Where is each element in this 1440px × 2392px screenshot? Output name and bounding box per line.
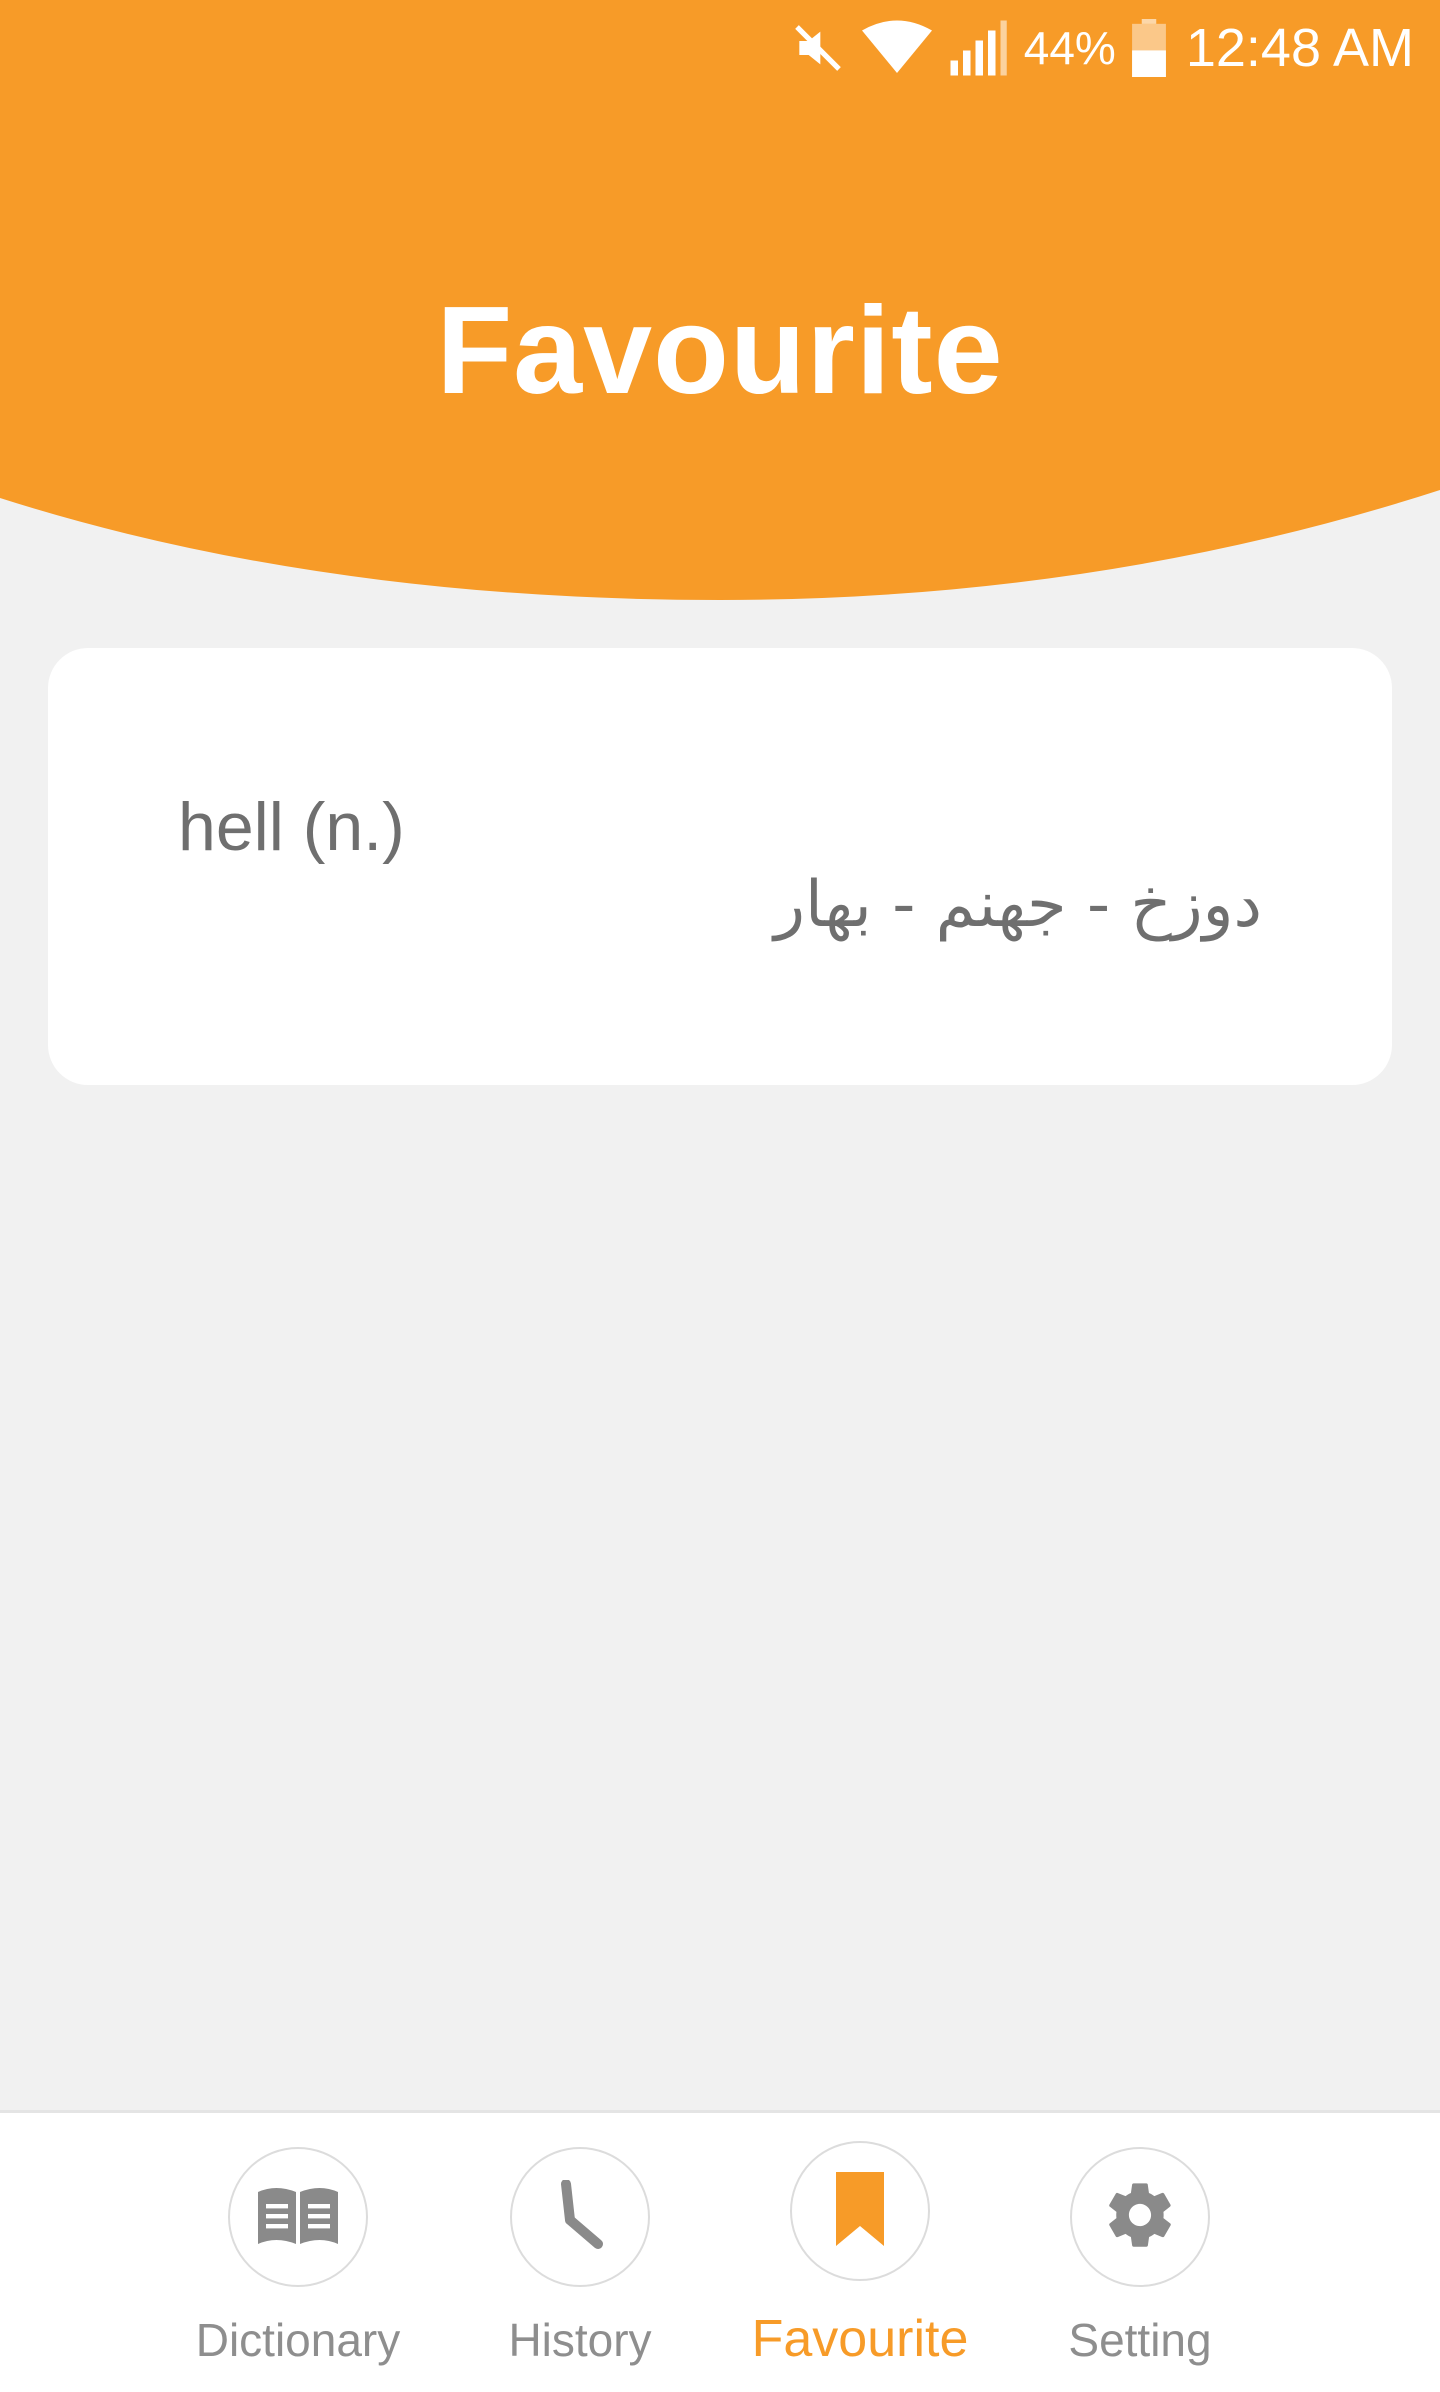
bottom-navigation: Dictionary History Favourite Setting bbox=[0, 2110, 1440, 2392]
favourite-screen: 44% 12:48 AM Favourite hell (n.) دوزخ - … bbox=[0, 0, 1440, 2392]
clock-icon bbox=[550, 2178, 610, 2255]
nav-label: History bbox=[508, 2314, 652, 2366]
favourite-meaning: دوزخ - جهنم - بهار bbox=[774, 868, 1262, 942]
favourite-word: hell (n.) bbox=[178, 789, 405, 865]
wifi-icon bbox=[861, 20, 932, 76]
battery-icon bbox=[1131, 19, 1166, 77]
nav-item-history[interactable]: History bbox=[440, 2113, 720, 2392]
gear-icon bbox=[1102, 2177, 1178, 2258]
bookmark-icon bbox=[832, 2171, 888, 2251]
mute-icon bbox=[790, 20, 846, 76]
nav-label: Setting bbox=[1068, 2314, 1212, 2366]
nav-item-dictionary[interactable]: Dictionary bbox=[158, 2113, 438, 2392]
status-bar: 44% 12:48 AM bbox=[0, 0, 1440, 96]
nav-circle bbox=[790, 2141, 930, 2281]
battery-percent: 44% bbox=[1023, 22, 1116, 74]
signal-icon bbox=[948, 20, 1008, 76]
status-clock: 12:48 AM bbox=[1185, 18, 1414, 78]
nav-item-favourite[interactable]: Favourite bbox=[720, 2113, 1000, 2392]
page-title: Favourite bbox=[436, 282, 1004, 420]
book-icon bbox=[254, 2184, 342, 2251]
nav-label: Dictionary bbox=[195, 2314, 401, 2366]
nav-circle bbox=[228, 2147, 368, 2287]
nav-label: Favourite bbox=[751, 2310, 969, 2368]
nav-circle bbox=[510, 2147, 650, 2287]
nav-circle bbox=[1070, 2147, 1210, 2287]
nav-item-setting[interactable]: Setting bbox=[1000, 2113, 1280, 2392]
favourite-card[interactable]: hell (n.) دوزخ - جهنم - بهار bbox=[48, 648, 1392, 1085]
